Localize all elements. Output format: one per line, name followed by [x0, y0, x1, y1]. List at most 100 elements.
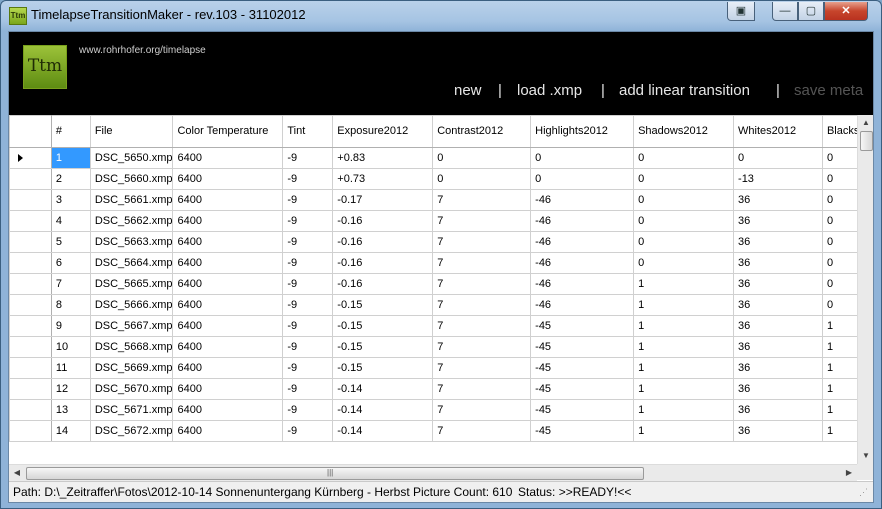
table-row[interactable]: 4 DSC_5662.xmp 6400 -9 -0.16 7 -46 0 36 0 — [9, 210, 873, 232]
table-cell[interactable]: 7 — [432, 294, 532, 316]
table-cell[interactable]: 13 — [50, 399, 91, 421]
table-cell[interactable]: 0 — [530, 147, 635, 169]
table-cell[interactable]: -9 — [282, 294, 334, 316]
row-header[interactable] — [9, 252, 52, 274]
table-row[interactable]: 10 DSC_5668.xmp 6400 -9 -0.15 7 -45 1 36 1 — [9, 336, 873, 358]
table-cell[interactable]: 6400 — [172, 210, 284, 232]
row-header[interactable] — [9, 210, 52, 232]
row-header[interactable] — [9, 147, 52, 169]
table-cell[interactable]: 8 — [50, 294, 91, 316]
table-cell[interactable]: -46 — [530, 273, 635, 295]
table-row[interactable]: 3 DSC_5661.xmp 6400 -9 -0.17 7 -46 0 36 0 — [9, 189, 873, 211]
table-cell[interactable]: 2 — [50, 168, 91, 190]
table-cell[interactable]: 7 — [432, 315, 532, 337]
table-cell[interactable]: -0.15 — [332, 294, 434, 316]
table-cell[interactable]: 7 — [432, 189, 532, 211]
table-cell[interactable]: 9 — [50, 315, 91, 337]
table-row[interactable]: 6 DSC_5664.xmp 6400 -9 -0.16 7 -46 0 36 0 — [9, 252, 873, 274]
table-cell[interactable]: 7 — [50, 273, 91, 295]
vertical-scrollbar[interactable]: ▲ ▼ — [857, 115, 873, 464]
table-cell[interactable]: -46 — [530, 231, 635, 253]
table-cell[interactable]: DSC_5665.xmp — [89, 273, 174, 295]
minimize-button[interactable]: — — [772, 2, 798, 21]
table-cell[interactable]: DSC_5662.xmp — [89, 210, 174, 232]
menu-add-linear-transition[interactable]: add linear transition — [619, 82, 750, 99]
table-cell[interactable]: -45 — [530, 399, 635, 421]
table-cell[interactable]: -46 — [530, 252, 635, 274]
table-cell[interactable]: 0 — [432, 147, 532, 169]
table-cell[interactable]: 0 — [633, 147, 735, 169]
table-cell[interactable]: -9 — [282, 231, 334, 253]
data-grid[interactable]: # File Color Temperature Tint Exposure2012 Co… — [9, 115, 873, 480]
row-header[interactable] — [9, 315, 52, 337]
close-button[interactable]: ✕ — [824, 2, 868, 21]
table-cell[interactable]: 36 — [733, 210, 823, 232]
table-cell[interactable]: -45 — [530, 357, 635, 379]
table-cell[interactable]: 14 — [50, 420, 91, 442]
table-cell[interactable]: 6400 — [172, 399, 284, 421]
table-cell[interactable]: 6400 — [172, 294, 284, 316]
table-cell[interactable]: 6400 — [172, 420, 284, 442]
table-cell[interactable]: -0.15 — [332, 315, 434, 337]
table-cell[interactable]: 0 — [530, 168, 635, 190]
table-cell[interactable]: 0 — [633, 210, 735, 232]
table-row[interactable]: 9 DSC_5667.xmp 6400 -9 -0.15 7 -45 1 36 1 — [9, 315, 873, 337]
table-cell[interactable]: -46 — [530, 189, 635, 211]
extra-window-button[interactable]: ▣ — [727, 2, 755, 21]
table-cell[interactable]: 1 — [633, 357, 735, 379]
table-row[interactable]: 11 DSC_5669.xmp 6400 -9 -0.15 7 -45 1 36 1 — [9, 357, 873, 379]
table-cell[interactable]: -9 — [282, 336, 334, 358]
table-cell[interactable]: 6400 — [172, 357, 284, 379]
row-header[interactable] — [9, 420, 52, 442]
table-cell[interactable]: 7 — [432, 210, 532, 232]
size-grip-icon[interactable]: ⋰ — [859, 482, 868, 502]
row-header[interactable] — [9, 336, 52, 358]
table-cell[interactable]: DSC_5664.xmp — [89, 252, 174, 274]
table-cell[interactable]: 6400 — [172, 315, 284, 337]
menu-load-xmp[interactable]: load .xmp — [517, 82, 582, 99]
column-header[interactable]: Contrast2012 — [432, 115, 532, 148]
scroll-down-arrow[interactable]: ▼ — [858, 448, 873, 464]
table-row[interactable]: 2 DSC_5660.xmp 6400 -9 +0.73 0 0 0 -13 0 — [9, 168, 873, 190]
table-cell[interactable]: 36 — [733, 357, 823, 379]
table-cell[interactable]: 0 — [633, 168, 735, 190]
table-cell[interactable]: -0.15 — [332, 336, 434, 358]
table-cell[interactable]: +0.83 — [332, 147, 434, 169]
table-cell[interactable]: 36 — [733, 273, 823, 295]
table-cell[interactable]: -0.16 — [332, 273, 434, 295]
table-cell[interactable]: 6400 — [172, 273, 284, 295]
horizontal-scroll-thumb[interactable]: ||| — [26, 467, 644, 480]
table-cell[interactable]: 10 — [50, 336, 91, 358]
table-cell[interactable]: 7 — [432, 273, 532, 295]
table-cell[interactable]: 0 — [633, 252, 735, 274]
table-cell[interactable]: DSC_5672.xmp — [89, 420, 174, 442]
table-cell[interactable]: -0.17 — [332, 189, 434, 211]
table-cell[interactable]: -45 — [530, 315, 635, 337]
table-cell[interactable]: 6400 — [172, 378, 284, 400]
table-cell[interactable]: 7 — [432, 378, 532, 400]
table-cell[interactable]: 7 — [432, 336, 532, 358]
table-cell[interactable]: 36 — [733, 336, 823, 358]
vertical-scroll-thumb[interactable] — [860, 131, 873, 151]
table-cell[interactable]: -9 — [282, 210, 334, 232]
table-cell[interactable]: 6400 — [172, 147, 284, 169]
column-header[interactable]: Highlights2012 — [530, 115, 635, 148]
horizontal-scrollbar[interactable]: ◀ ||| ▶ — [9, 464, 857, 481]
table-cell[interactable]: 7 — [432, 420, 532, 442]
column-header[interactable]: File — [89, 115, 174, 148]
scroll-up-arrow[interactable]: ▲ — [858, 115, 873, 131]
table-cell[interactable]: 36 — [733, 420, 823, 442]
row-header[interactable] — [9, 294, 52, 316]
table-cell[interactable]: DSC_5666.xmp — [89, 294, 174, 316]
table-cell[interactable]: 6400 — [172, 168, 284, 190]
table-cell[interactable]: -9 — [282, 399, 334, 421]
column-header[interactable]: Color Temperature — [172, 115, 284, 148]
table-cell[interactable]: 6400 — [172, 336, 284, 358]
table-row[interactable]: 7 DSC_5665.xmp 6400 -9 -0.16 7 -46 1 36 0 — [9, 273, 873, 295]
table-cell[interactable]: DSC_5671.xmp — [89, 399, 174, 421]
table-cell[interactable]: 36 — [733, 315, 823, 337]
table-cell[interactable]: 0 — [733, 147, 823, 169]
menu-save-meta[interactable]: save meta — [794, 82, 863, 99]
column-header[interactable]: Exposure2012 — [332, 115, 434, 148]
table-cell[interactable]: -9 — [282, 357, 334, 379]
